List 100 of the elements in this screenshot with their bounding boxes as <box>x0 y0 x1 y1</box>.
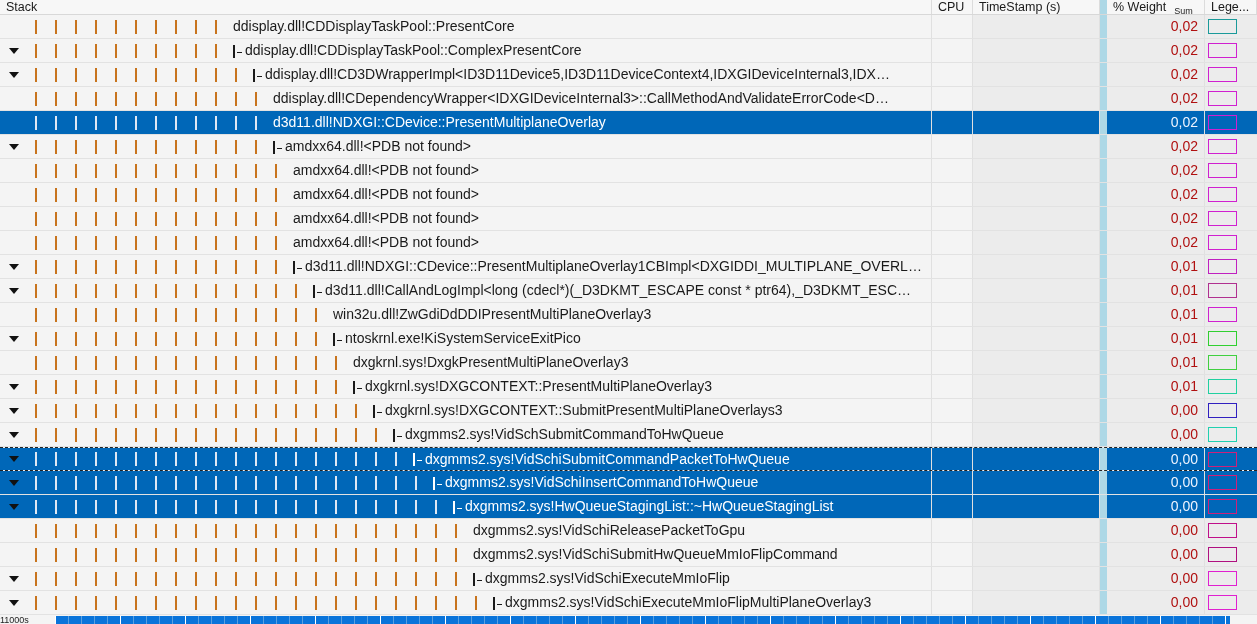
pane-splitter[interactable] <box>1100 39 1107 62</box>
pane-splitter[interactable] <box>1100 63 1107 86</box>
expand-arrow-icon[interactable] <box>9 287 19 294</box>
table-row[interactable]: dxgmms2.sys!VidSchiExecuteMmIoFlipMultiPlaneOverlay3 0,00 <box>0 591 1257 615</box>
table-row[interactable]: dxgmms2.sys!VidSchiSubmitHwQueueMmIoFlipCommand 0,00 <box>0 543 1257 567</box>
pane-splitter[interactable] <box>1100 448 1107 470</box>
weight-cell: 0,00 <box>1107 567 1205 590</box>
weight-cell: 0,02 <box>1107 231 1205 254</box>
weight-cell: 0,02 <box>1107 159 1205 182</box>
pane-splitter[interactable] <box>1100 543 1107 566</box>
expand-arrow-icon[interactable] <box>9 599 19 606</box>
pane-splitter[interactable] <box>1100 591 1107 614</box>
pane-splitter[interactable] <box>1100 351 1107 374</box>
table-row[interactable]: dxgkrnl.sys!DxgkPresentMultiPlaneOverlay3 0,01 <box>0 351 1257 375</box>
expand-arrow-icon[interactable] <box>9 143 19 150</box>
pane-splitter[interactable] <box>1100 303 1107 326</box>
table-row[interactable]: amdxx64.dll!<PDB not found> 0,02 <box>0 135 1257 159</box>
table-row[interactable]: amdxx64.dll!<PDB not found> 0,02 <box>0 231 1257 255</box>
weight-cell: 0,01 <box>1107 255 1205 278</box>
table-row[interactable]: win32u.dll!ZwGdiDdDDIPresentMultiPlaneOverlay3 0,01 <box>0 303 1257 327</box>
column-header[interactable]: Lege... <box>1205 0 1257 14</box>
pane-splitter[interactable] <box>1100 159 1107 182</box>
expand-arrow-icon[interactable] <box>9 71 19 78</box>
table-row[interactable]: dxgkrnl.sys!DXGCONTEXT::PresentMultiPlaneOverlay3 0,01 <box>0 375 1257 399</box>
expand-arrow-icon[interactable] <box>9 383 19 390</box>
column-header[interactable]: % Weight <box>1113 0 1167 14</box>
stack-frame-label: d3d11.dll!NDXGI::CDevice::PresentMultiplaneOverlay1CBImpl<DXGIDDI_MULTIPLANE_OVERL… <box>305 257 922 276</box>
table-cell <box>932 448 973 470</box>
table-row[interactable]: dxgmms2.sys!VidSchSubmitCommandToHwQueue 0,00 <box>0 423 1257 447</box>
stack-frame-label: d3d11.dll!CallAndLogImpl<long (cdecl*)(_D3DKMT_ESCAPE const * ptr64),_D3DKMT_ESC… <box>325 281 912 300</box>
weight-cell: 0,00 <box>1107 423 1205 446</box>
column-header[interactable]: Stack <box>0 0 932 14</box>
stack-frame-label: dxgmms2.sys!VidSchiReleasePacketToGpu <box>473 521 746 540</box>
stack-frame-label: amdxx64.dll!<PDB not found> <box>293 233 479 252</box>
weight-cell: 0,01 <box>1107 279 1205 302</box>
expand-arrow-icon[interactable] <box>9 431 19 438</box>
stack-frame-label: win32u.dll!ZwGdiDdDDIPresentMultiPlaneOverlay3 <box>333 305 652 324</box>
expand-arrow-icon[interactable] <box>9 407 19 414</box>
table-row[interactable]: dxgmms2.sys!VidSchiReleasePacketToGpu 0,00 <box>0 519 1257 543</box>
pane-splitter[interactable] <box>1100 15 1107 38</box>
expand-arrow-icon[interactable] <box>9 575 19 582</box>
table-row[interactable]: amdxx64.dll!<PDB not found> 0,02 <box>0 159 1257 183</box>
weight-cell: 0,00 <box>1107 448 1205 470</box>
stack-frame-label: ddisplay.dll!CDependencyWrapper<IDXGIDeviceInternal3>::CallMethodAndValidateErrorCode<D… <box>273 89 889 108</box>
pane-splitter[interactable] <box>1100 519 1107 542</box>
stack-frame-label: ddisplay.dll!CD3DWrapperImpl<ID3D11Device5,ID3D11DeviceContext4,IDXGIDeviceInternal3,IDX… <box>265 65 890 84</box>
pane-splitter[interactable] <box>1100 87 1107 110</box>
pane-splitter[interactable] <box>1100 135 1107 158</box>
weight-cell: 0,00 <box>1107 495 1205 518</box>
pane-splitter[interactable] <box>1100 231 1107 254</box>
stack-frame-label: amdxx64.dll!<PDB not found> <box>293 185 479 204</box>
table-row[interactable]: d3d11.dll!CallAndLogImpl<long (cdecl*)(_D3DKMT_ESCAPE const * ptr64),_D3DKMT_ESC… 0,01 <box>0 279 1257 303</box>
table-row[interactable]: dxgmms2.sys!HwQueueStagingList::~HwQueueStagingList 0,00 <box>0 495 1257 519</box>
stack-frame-label: ntoskrnl.exe!KiSystemServiceExitPico <box>345 329 581 348</box>
weight-cell: 0,02 <box>1107 207 1205 230</box>
expand-arrow-icon[interactable] <box>9 263 19 270</box>
stack-frame-label: d3d11.dll!NDXGI::CDevice::PresentMultiplaneOverlay <box>273 113 606 132</box>
weight-cell: 0,02 <box>1107 135 1205 158</box>
weight-cell: 0,01 <box>1107 327 1205 350</box>
table-row[interactable]: d3d11.dll!NDXGI::CDevice::PresentMultiplaneOverlay1CBImpl<DXGIDDI_MULTIPLANE_OVERL… 0,01 <box>0 255 1257 279</box>
table-row[interactable]: ddisplay.dll!CDDisplayTaskPool::PresentCore 0,02 <box>0 15 1257 39</box>
pane-splitter[interactable] <box>1100 399 1107 422</box>
pane-splitter[interactable] <box>1100 111 1107 134</box>
pane-splitter[interactable] <box>1100 327 1107 350</box>
stack-frame-label: amdxx64.dll!<PDB not found> <box>293 209 479 228</box>
pane-splitter[interactable] <box>1100 567 1107 590</box>
time-axis-label: 11000s <box>0 615 30 624</box>
table-row[interactable]: ddisplay.dll!CDependencyWrapper<IDXGIDeviceInternal3>::CallMethodAndValidateErrorCode<D… 0,02 <box>0 87 1257 111</box>
timeline-strip[interactable] <box>55 615 1230 624</box>
aggregation-label: Sum <box>1174 6 1193 14</box>
table-row[interactable]: dxgmms2.sys!VidSchiInsertCommandToHwQueue 0,00 <box>0 471 1257 495</box>
pane-splitter[interactable] <box>1100 375 1107 398</box>
pane-splitter[interactable] <box>1100 279 1107 302</box>
expand-arrow-icon[interactable] <box>9 47 19 54</box>
table-row[interactable]: dxgmms2.sys!VidSchiSubmitCommandPacketToHwQueue 0,00 <box>0 447 1257 471</box>
weight-cell: 0,01 <box>1107 375 1205 398</box>
weight-cell: 0,01 <box>1107 303 1205 326</box>
table-row[interactable]: ddisplay.dll!CDDisplayTaskPool::ComplexPresentCore 0,02 <box>0 39 1257 63</box>
pane-splitter[interactable] <box>1100 471 1107 494</box>
table-row[interactable]: d3d11.dll!NDXGI::CDevice::PresentMultiplaneOverlay 0,02 <box>0 111 1257 135</box>
column-header[interactable]: CPU <box>932 0 973 14</box>
stack-frame-label: dxgmms2.sys!VidSchiExecuteMmIoFlip <box>485 569 730 588</box>
table-row[interactable]: ntoskrnl.exe!KiSystemServiceExitPico 0,01 <box>0 327 1257 351</box>
table-cell <box>932 495 973 518</box>
pane-splitter[interactable] <box>1100 207 1107 230</box>
pane-splitter[interactable] <box>1100 423 1107 446</box>
pane-splitter[interactable] <box>1100 255 1107 278</box>
table-row[interactable]: ddisplay.dll!CD3DWrapperImpl<ID3D11Device5,ID3D11DeviceContext4,IDXGIDeviceInternal3,IDX… 0,02 <box>0 63 1257 87</box>
stack-frame-label: dxgkrnl.sys!DXGCONTEXT::SubmitPresentMultiPlaneOverlays3 <box>385 401 783 420</box>
table-row[interactable]: amdxx64.dll!<PDB not found> 0,02 <box>0 207 1257 231</box>
expand-arrow-icon[interactable] <box>9 335 19 342</box>
pane-splitter[interactable] <box>1100 183 1107 206</box>
table-row[interactable]: dxgkrnl.sys!DXGCONTEXT::SubmitPresentMultiPlaneOverlays3 0,00 <box>0 399 1257 423</box>
pane-splitter[interactable] <box>1100 495 1107 518</box>
table-cell <box>932 471 973 494</box>
weight-cell: 0,00 <box>1107 399 1205 422</box>
pane-splitter[interactable] <box>1100 0 1107 14</box>
weight-cell: 0,02 <box>1107 111 1205 134</box>
table-row[interactable]: amdxx64.dll!<PDB not found> 0,02 <box>0 183 1257 207</box>
table-row[interactable]: dxgmms2.sys!VidSchiExecuteMmIoFlip 0,00 <box>0 567 1257 591</box>
